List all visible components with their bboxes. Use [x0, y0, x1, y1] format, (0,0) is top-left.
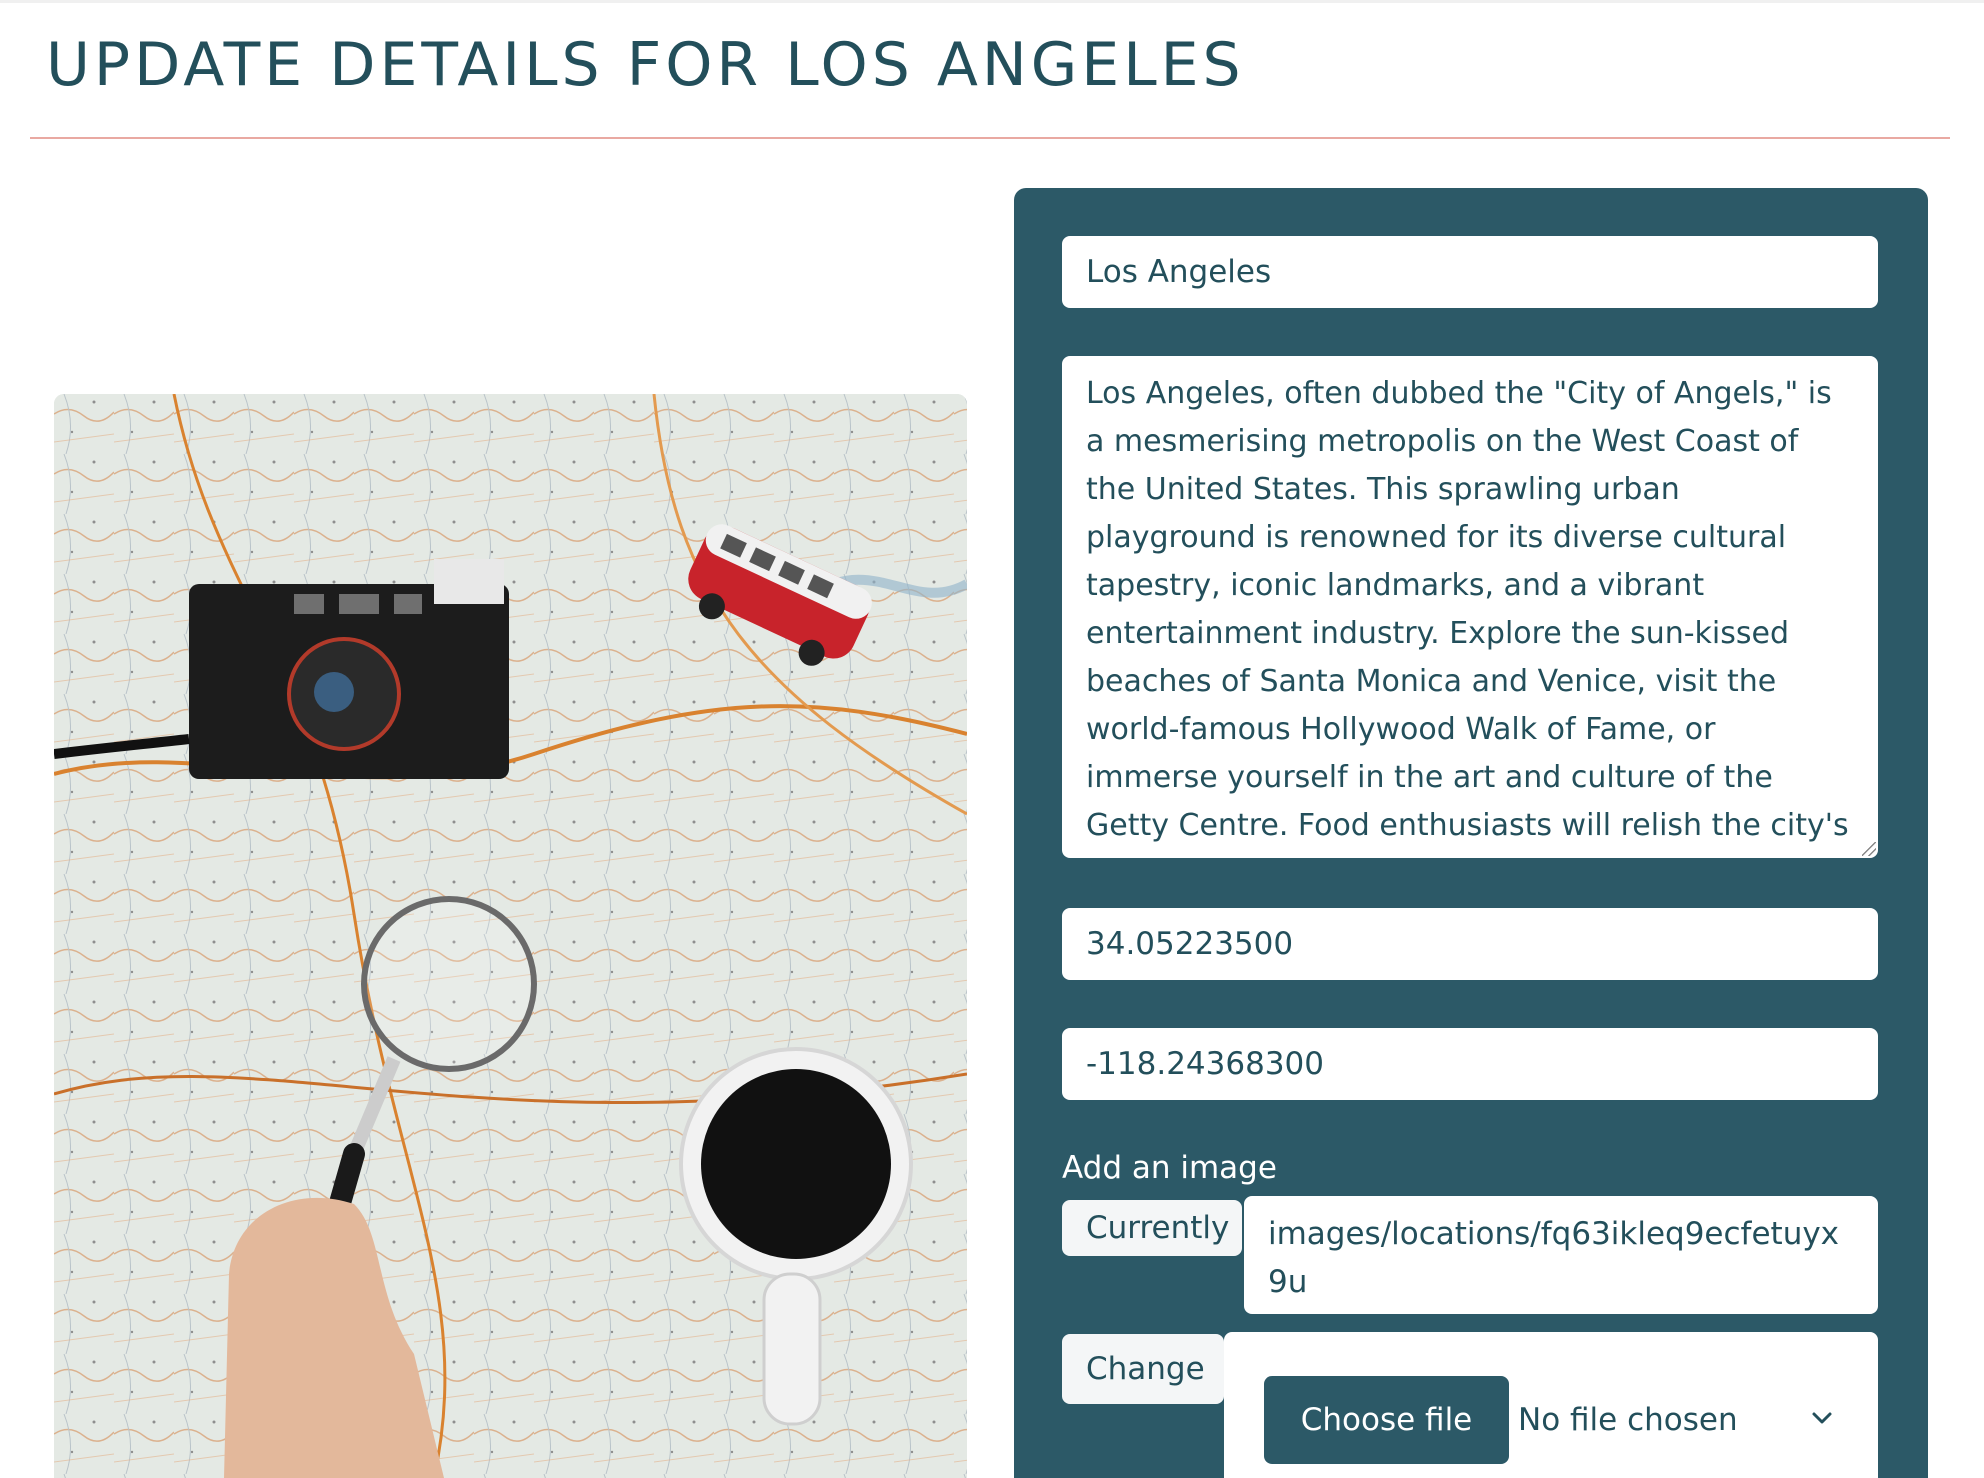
description-text: Los Angeles, often dubbed the "City of A… [1086, 376, 1849, 858]
file-input[interactable]: Choose file No file chosen [1224, 1332, 1878, 1478]
resize-handle-icon[interactable] [1862, 842, 1876, 856]
latitude-input[interactable] [1062, 908, 1878, 980]
currently-label: Currently [1062, 1200, 1242, 1256]
longitude-input[interactable] [1062, 1028, 1878, 1100]
change-label: Change [1062, 1334, 1224, 1404]
description-textarea[interactable]: Los Angeles, often dubbed the "City of A… [1062, 356, 1878, 858]
chevron-down-icon[interactable] [1806, 1402, 1838, 1434]
no-file-text: No file chosen [1518, 1402, 1738, 1438]
edit-form-panel: Los Angeles, often dubbed the "City of A… [1014, 188, 1928, 1478]
title-divider [30, 137, 1950, 139]
current-image-path[interactable]: images/locations/fq63ikleq9ecfetuyx9u [1244, 1196, 1878, 1314]
image-label: Add an image [1062, 1150, 1277, 1186]
choose-file-button[interactable]: Choose file [1264, 1376, 1509, 1464]
top-border [0, 0, 1984, 3]
name-input[interactable] [1062, 236, 1878, 308]
location-image [54, 394, 967, 1478]
page-title: UPDATE DETAILS FOR LOS ANGELES [46, 30, 1245, 100]
